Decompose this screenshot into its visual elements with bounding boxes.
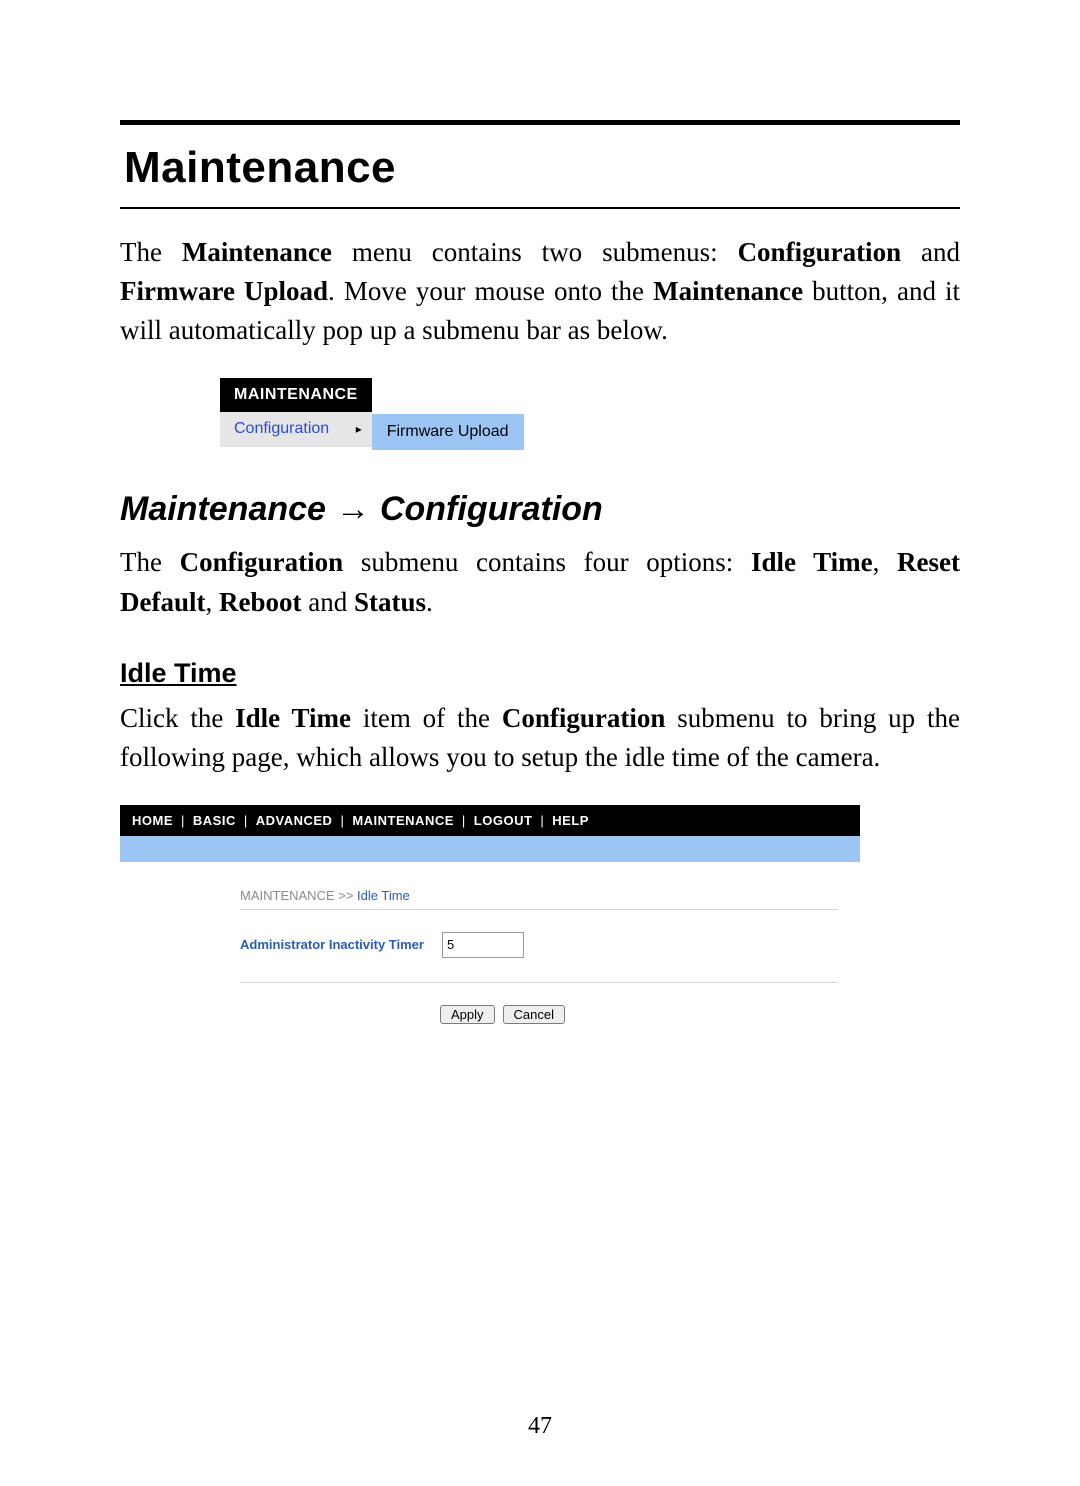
nav-home[interactable]: HOME <box>132 813 173 828</box>
breadcrumb: MAINTENANCE >> Idle Time <box>240 888 838 903</box>
text: and <box>901 237 960 267</box>
bold-maintenance: Maintenance <box>182 237 332 267</box>
divider <box>240 982 838 983</box>
text: , <box>205 587 219 617</box>
nav-separator: | <box>181 813 185 828</box>
configuration-paragraph: The Configuration submenu contains four … <box>120 543 960 621</box>
nav-separator: | <box>244 813 248 828</box>
bold-firmware-upload: Firmware Upload <box>120 276 328 306</box>
heading-maintenance: Maintenance <box>124 143 960 193</box>
arrow-right-icon: → <box>336 490 370 529</box>
bold-maintenance-2: Maintenance <box>653 276 803 306</box>
nav-advanced[interactable]: ADVANCED <box>256 813 333 828</box>
heading-idle-time: Idle Time <box>120 658 960 689</box>
nav-separator: | <box>340 813 344 828</box>
text: . <box>426 587 433 617</box>
bold-idle-time: Idle Time <box>751 547 873 577</box>
nav-basic[interactable]: BASIC <box>193 813 236 828</box>
submenu-item-firmware-upload[interactable]: Firmware Upload <box>372 414 524 450</box>
nav-help[interactable]: HELP <box>552 813 589 828</box>
nav-separator: | <box>540 813 544 828</box>
text: The <box>120 547 180 577</box>
button-row: Apply Cancel <box>440 1005 838 1024</box>
nav-logout[interactable]: LOGOUT <box>474 813 533 828</box>
idle-time-paragraph: Click the Idle Time item of the Configur… <box>120 699 960 777</box>
submenu-figure: MAINTENANCE Configuration ▸ Firmware Upl… <box>220 378 960 450</box>
label-inactivity-timer: Administrator Inactivity Timer <box>240 937 424 952</box>
bold-status: Status <box>354 587 426 617</box>
ui-body: MAINTENANCE >> Idle Time Administrator I… <box>120 862 860 1048</box>
submenu-item-configuration[interactable]: Configuration ▸ <box>220 412 372 447</box>
rule-under-heading <box>120 207 960 209</box>
chevron-right-icon: ▸ <box>356 422 362 436</box>
nav-separator: | <box>462 813 466 828</box>
page-number: 47 <box>0 1413 1080 1440</box>
form-row-inactivity-timer: Administrator Inactivity Timer <box>240 932 838 958</box>
nav-maintenance[interactable]: MAINTENANCE <box>352 813 454 828</box>
text: submenu contains four options: <box>343 547 751 577</box>
bold-idle-time: Idle Time <box>235 703 351 733</box>
text: , <box>873 547 897 577</box>
bold-reboot: Reboot <box>219 587 302 617</box>
blue-bar <box>120 836 860 862</box>
rule-top <box>120 120 960 125</box>
document-page: Maintenance The Maintenance menu contain… <box>0 0 1080 1486</box>
cancel-button[interactable]: Cancel <box>503 1005 565 1024</box>
text: Click the <box>120 703 235 733</box>
heading-maintenance-configuration: Maintenance → Configuration <box>120 490 960 529</box>
apply-button[interactable]: Apply <box>440 1005 495 1024</box>
subheading-right: Configuration <box>380 490 603 529</box>
text: The <box>120 237 182 267</box>
submenu-item-label: Configuration <box>234 420 329 438</box>
bold-configuration: Configuration <box>180 547 344 577</box>
breadcrumb-current: Idle Time <box>357 888 410 903</box>
text: . Move your mouse onto the <box>328 276 653 306</box>
bold-configuration: Configuration <box>738 237 902 267</box>
idle-time-ui-screenshot: HOME | BASIC | ADVANCED | MAINTENANCE | … <box>120 805 860 1048</box>
divider <box>240 909 838 910</box>
bold-configuration: Configuration <box>502 703 666 733</box>
text: and <box>301 587 353 617</box>
submenu-header-maintenance[interactable]: MAINTENANCE <box>220 378 372 412</box>
text: item of the <box>351 703 502 733</box>
spacer <box>372 378 524 414</box>
input-inactivity-timer[interactable] <box>442 932 524 958</box>
top-nav: HOME | BASIC | ADVANCED | MAINTENANCE | … <box>120 805 860 836</box>
intro-paragraph: The Maintenance menu contains two submen… <box>120 233 960 350</box>
breadcrumb-root: MAINTENANCE >> <box>240 888 357 903</box>
text: menu contains two submenus: <box>332 237 738 267</box>
subheading-left: Maintenance <box>120 490 326 529</box>
